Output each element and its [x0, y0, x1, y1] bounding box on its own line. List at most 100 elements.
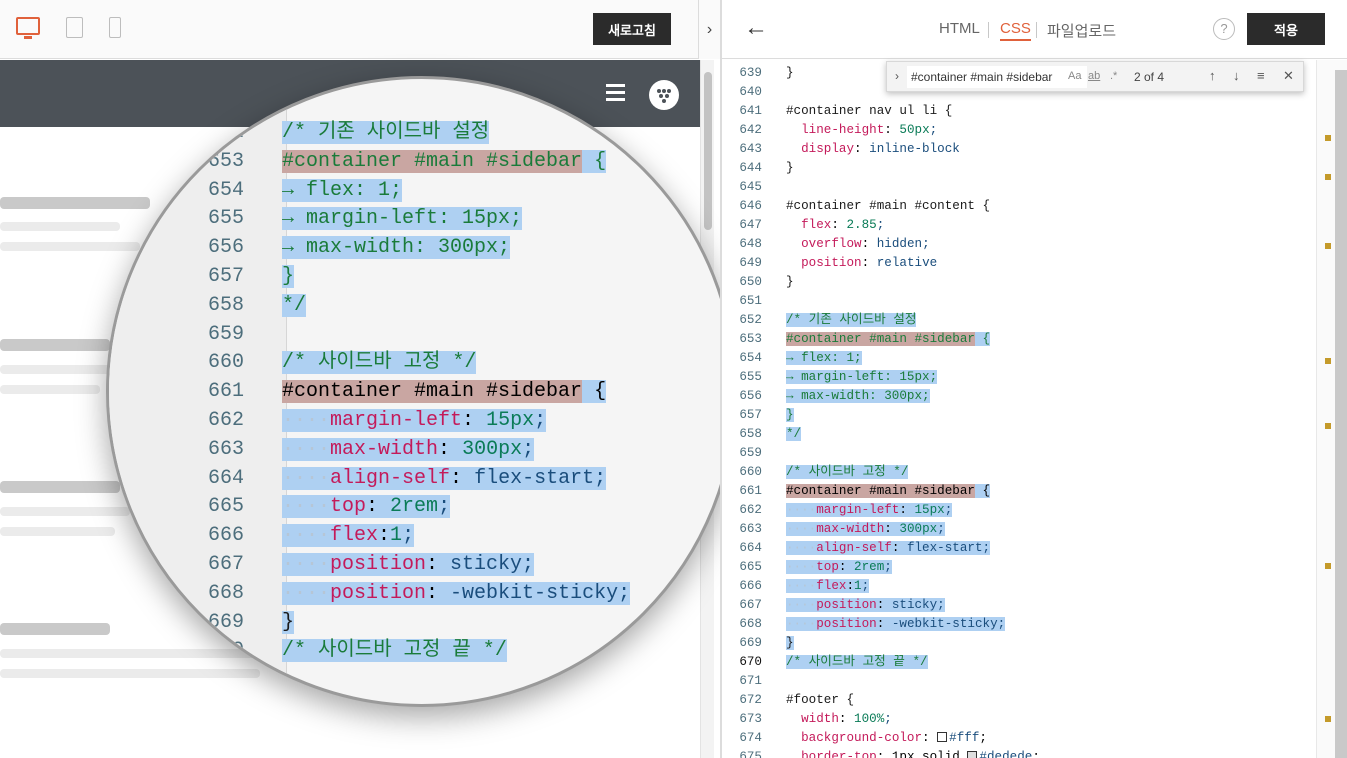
- code-line[interactable]: 649 position: relative: [722, 254, 1322, 273]
- code-line[interactable]: 646 #container #main #content {: [722, 197, 1322, 216]
- help-icon[interactable]: ?: [1213, 18, 1235, 40]
- code-line[interactable]: 644}: [722, 159, 1322, 178]
- line-text: }: [786, 408, 794, 422]
- line-number: 646: [739, 199, 762, 213]
- apply-button[interactable]: 적용: [1247, 13, 1325, 45]
- code-line[interactable]: 663 ····max-width: 300px;: [722, 520, 1322, 539]
- code-line[interactable]: 674 background-color: #fff;: [722, 729, 1322, 748]
- preview-scrollbar-thumb[interactable]: [704, 72, 712, 230]
- code-line[interactable]: 658 */: [722, 425, 1322, 444]
- code-line[interactable]: 664 ····align-self: flex-start;: [722, 539, 1322, 558]
- code-line[interactable]: 669}: [722, 634, 1322, 653]
- overview-ruler-mark: [1325, 716, 1331, 722]
- code-line[interactable]: 671: [722, 672, 1322, 691]
- code-line[interactable]: 655 → margin-left: 15px;: [722, 368, 1322, 387]
- line-number: 673: [739, 712, 762, 726]
- previous-match-icon[interactable]: ↑: [1209, 68, 1216, 83]
- find-in-selection-icon[interactable]: ≡: [1257, 68, 1265, 83]
- code-line[interactable]: 667 ····position: sticky;: [722, 596, 1322, 615]
- line-number: 653: [207, 149, 244, 173]
- code-line[interactable]: 660 /* 사이드바 고정 */: [722, 463, 1322, 482]
- code-line[interactable]: 665 ····top: 2rem;: [722, 558, 1322, 577]
- line-text: ····align-self: flex-start;: [786, 541, 991, 555]
- match-case-icon[interactable]: Aa: [1068, 70, 1081, 82]
- line-number: 645: [739, 180, 762, 194]
- code-line[interactable]: 652 /* 기존 사이드바 설정: [722, 311, 1322, 330]
- next-match-icon[interactable]: ↓: [1233, 68, 1240, 83]
- line-text: ····position: -webkit-sticky;: [282, 581, 631, 605]
- find-widget: › Aa ab .* 2 of 4 ↑ ↓ ≡ ✕: [886, 61, 1304, 92]
- mobile-icon[interactable]: [109, 17, 121, 38]
- line-number: 657: [207, 264, 244, 288]
- code-line[interactable]: 643 display: inline-block: [722, 140, 1322, 159]
- toggle-replace-icon[interactable]: ›: [895, 69, 899, 83]
- blurred-text: [0, 385, 100, 394]
- line-number: 650: [739, 275, 762, 289]
- regex-icon[interactable]: .*: [1110, 70, 1117, 82]
- close-icon[interactable]: ✕: [1283, 68, 1294, 84]
- magnifier-lens: 652 /* 기존 사이드바 설정 653 #container #main #sid…: [106, 76, 737, 707]
- line-text: ····max-width: 300px;: [282, 437, 535, 461]
- back-arrow-icon[interactable]: ←: [744, 14, 768, 42]
- line-text: border-top: 1px solid #dedede;: [786, 748, 1040, 758]
- line-text: position: relative: [801, 256, 938, 270]
- code-line[interactable]: 654 → flex: 1;: [722, 349, 1322, 368]
- code-line[interactable]: 645: [722, 178, 1322, 197]
- code-line[interactable]: 657}: [722, 406, 1322, 425]
- code-line[interactable]: 659: [722, 444, 1322, 463]
- code-line[interactable]: 672 #footer {: [722, 691, 1322, 710]
- line-text: width: 100%;: [801, 712, 892, 726]
- line-text: /* 사이드바 고정 끝 */: [282, 639, 507, 663]
- editor-scrollbar[interactable]: [1316, 60, 1347, 758]
- code-line[interactable]: 647 flex: 2.85;: [722, 216, 1322, 235]
- line-text: ····top: 2rem;: [786, 560, 892, 574]
- line-text: ····align-self: flex-start;: [282, 466, 607, 490]
- line-number: 666: [207, 524, 244, 548]
- code-line[interactable]: 642 line-height: 50px;: [722, 121, 1322, 140]
- line-text: ····top: 2rem;: [282, 495, 451, 519]
- line-number: 662: [739, 503, 762, 517]
- refresh-button[interactable]: 새로고침: [593, 13, 671, 45]
- code-line[interactable]: 653 #container #main #sidebar {: [722, 330, 1322, 349]
- line-number: 656: [739, 389, 762, 403]
- line-number: 642: [739, 123, 762, 137]
- collapse-pane-button[interactable]: ›: [698, 0, 720, 59]
- editor-scrollbar-thumb[interactable]: [1335, 70, 1347, 758]
- tab-file-upload[interactable]: 파일업로드: [1047, 20, 1116, 41]
- code-line[interactable]: 675 border-top: 1px solid #dedede;: [722, 748, 1322, 758]
- tab-divider: [988, 22, 989, 38]
- line-number: 669: [207, 610, 244, 634]
- code-line[interactable]: 651: [722, 292, 1322, 311]
- line-number: 640: [739, 85, 762, 99]
- line-number: 670: [207, 639, 244, 663]
- code-line[interactable]: 673 width: 100%;: [722, 710, 1322, 729]
- line-number: 660: [739, 465, 762, 479]
- tablet-icon[interactable]: [66, 17, 83, 38]
- whole-word-icon[interactable]: ab: [1088, 70, 1100, 82]
- code-line[interactable]: 661 #container #main #sidebar {: [722, 482, 1322, 501]
- line-number: 654: [739, 351, 762, 365]
- dots-menu-icon[interactable]: [649, 80, 679, 110]
- line-text: ····position: sticky;: [786, 598, 945, 612]
- code-line[interactable]: 650}: [722, 273, 1322, 292]
- line-text: → margin-left: 15px;: [282, 207, 523, 231]
- code-line[interactable]: 662 ····margin-left: 15px;: [722, 501, 1322, 520]
- line-number: 647: [739, 218, 762, 232]
- hamburger-menu-icon[interactable]: [606, 84, 625, 101]
- code-line[interactable]: 648 overflow: hidden;: [722, 235, 1322, 254]
- code-line[interactable]: 656 → max-width: 300px;: [722, 387, 1322, 406]
- line-text: display: inline-block: [801, 142, 960, 156]
- line-number: 654: [207, 178, 244, 202]
- tab-divider: [1036, 22, 1037, 38]
- code-line[interactable]: 670 /* 사이드바 고정 끝 */: [722, 653, 1322, 672]
- tab-html[interactable]: HTML: [939, 20, 980, 37]
- find-input[interactable]: [907, 66, 1087, 88]
- code-line[interactable]: 666 ····flex:1;: [722, 577, 1322, 596]
- line-number: 653: [739, 332, 762, 346]
- desktop-icon[interactable]: [16, 17, 40, 39]
- tab-css[interactable]: CSS: [1000, 20, 1031, 41]
- code-line[interactable]: 668 ····position: -webkit-sticky;: [722, 615, 1322, 634]
- code-line[interactable]: 641 #container nav ul li {: [722, 102, 1322, 121]
- line-text: → flex: 1;: [786, 351, 862, 365]
- code-editor[interactable]: 639} 640 641 #container nav ul li {642 line…: [722, 60, 1347, 758]
